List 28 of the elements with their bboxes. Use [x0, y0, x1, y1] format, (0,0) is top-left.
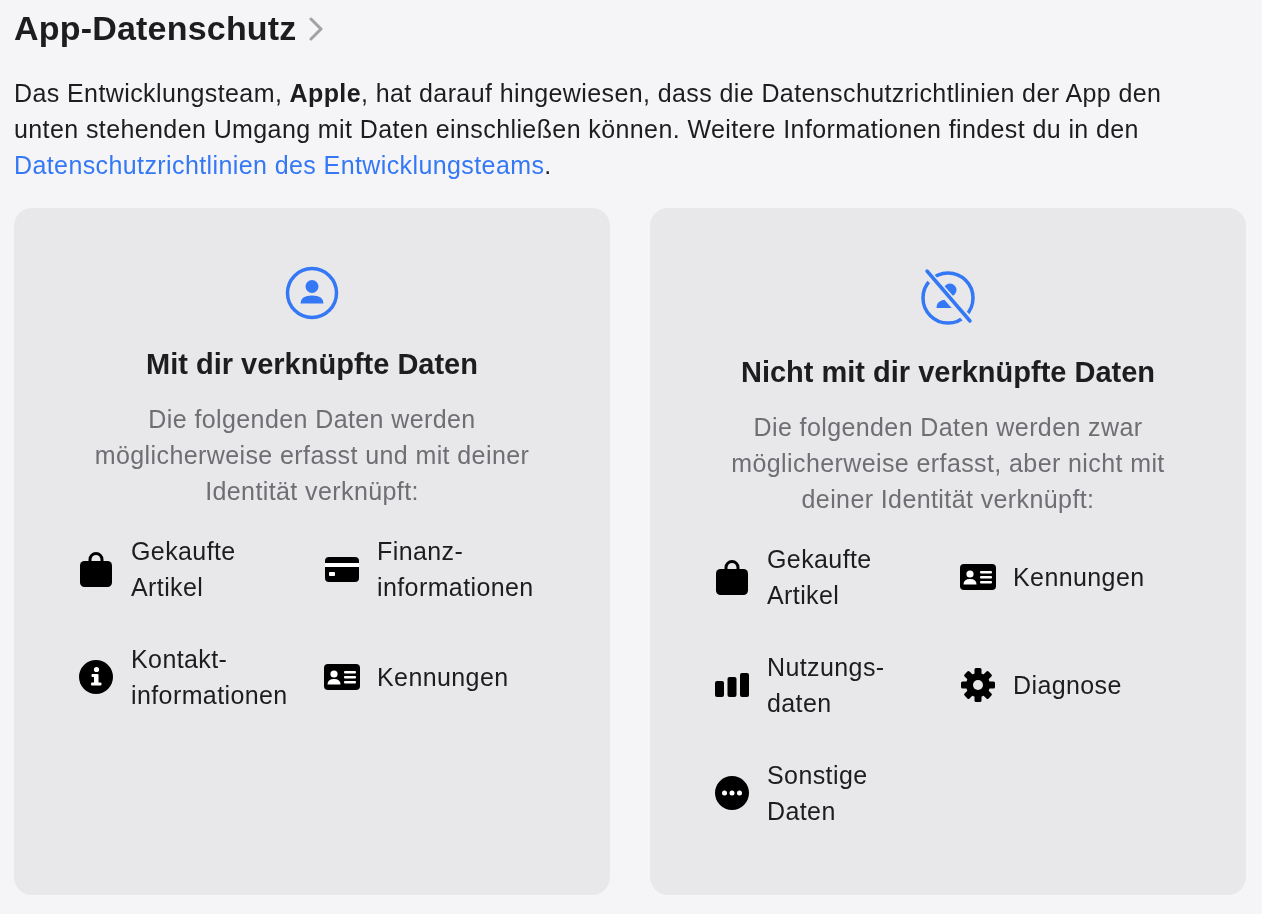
privacy-policy-link[interactable]: Datenschutzrichtlinien des Entwicklungsteams — [14, 151, 545, 179]
data-category-label: Kontakt-informationen — [131, 644, 289, 711]
info-icon — [79, 660, 113, 694]
bag-icon — [716, 559, 748, 595]
data-category-label: Gekaufte Artikel — [767, 544, 873, 611]
credit-card-icon — [325, 556, 359, 582]
data-category-label: Diagnose — [1013, 670, 1123, 701]
card-title: Nicht mit dir verknüpfte Daten — [740, 355, 1156, 390]
section-title: App-Datenschutz — [14, 8, 297, 48]
data-category-label: Nutzungs-daten — [767, 652, 886, 719]
gear-icon — [961, 668, 995, 702]
card-title: Mit dir verknüpfte Daten — [146, 347, 478, 382]
data-category-label: Finanz-informationen — [377, 536, 535, 603]
data-category-label: Gekaufte Artikel — [131, 536, 237, 603]
person-slash-circle-icon — [918, 267, 978, 327]
card-description: Die folgenden Daten werden möglicherweise erfasst und mit deiner Identität verknüpft: — [93, 404, 531, 507]
intro-text: Das Entwicklungsteam, Apple, hat darauf hingewiesen, dass die Datenschutzrichtlinien der App den unten stehenden Umgang mit Daten einschließen können. Weitere Informationen findest du in den Datenschutzrichtlinien des Entwicklungsteams. — [14, 78, 1163, 181]
bar-chart-icon — [715, 673, 749, 697]
data-category-label: Sonstige Daten — [767, 760, 869, 827]
ellipsis-icon — [715, 776, 749, 810]
data-category-label: Kennungen — [1013, 562, 1146, 593]
person-circle-icon — [285, 266, 339, 320]
id-card-icon — [960, 564, 996, 590]
bag-icon — [80, 551, 112, 587]
card-description: Die folgenden Daten werden zwar möglicherweise erfasst, aber nicht mit deiner Identität verknüpft: — [730, 412, 1166, 515]
chevron-right-icon[interactable] — [308, 17, 323, 41]
id-card-icon — [324, 664, 360, 690]
data-category-label: Kennungen — [377, 662, 510, 693]
